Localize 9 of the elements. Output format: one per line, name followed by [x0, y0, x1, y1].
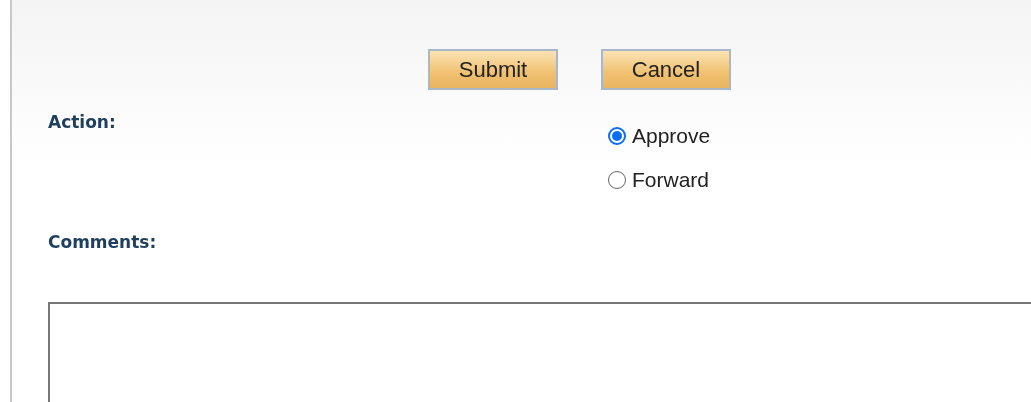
radio-option[interactable]: Forward [608, 168, 1031, 192]
comments-label: Comments: [48, 232, 157, 252]
radio-button[interactable] [608, 127, 626, 145]
cancel-button[interactable]: Cancel [601, 49, 731, 90]
radio-option[interactable]: Approve [608, 124, 1031, 148]
radio-button[interactable] [608, 171, 626, 189]
comments-field[interactable] [48, 302, 1031, 402]
action-label: Action: [48, 112, 117, 134]
submit-button[interactable]: Submit [428, 49, 558, 90]
